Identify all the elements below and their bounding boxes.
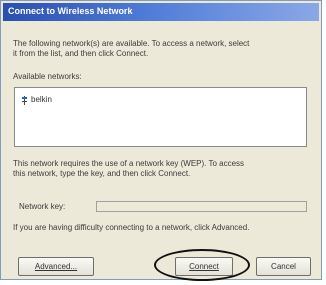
network-list[interactable]: belkin	[14, 87, 307, 147]
key-notice-line-1: This network requires the use of a netwo…	[13, 159, 245, 168]
advanced-hint: If you are having difficulty connecting …	[13, 223, 250, 232]
title-bar: Connect to Wireless Network	[3, 3, 319, 21]
window-title: Connect to Wireless Network	[8, 6, 133, 16]
connect-wireless-dialog: Connect to Wireless Network The followin…	[0, 0, 322, 281]
wireless-network-icon	[22, 96, 27, 105]
instructions-line-2: it from the list, and then click Connect…	[13, 49, 149, 58]
network-key-label: Network key:	[19, 202, 66, 211]
available-networks-label: Available networks:	[13, 72, 82, 81]
instructions-line-1: The following network(s) are available. …	[13, 39, 250, 48]
highlight-ellipse	[154, 249, 250, 281]
advanced-button-label: Advanced...	[34, 262, 78, 271]
cancel-button-label: Cancel	[271, 262, 296, 271]
network-key-field[interactable]	[96, 201, 307, 212]
key-notice-line-2: this network, type the key, and then cli…	[13, 169, 191, 178]
cancel-button[interactable]: Cancel	[256, 257, 311, 276]
network-name: belkin	[31, 95, 52, 104]
advanced-button[interactable]: Advanced...	[18, 257, 94, 276]
